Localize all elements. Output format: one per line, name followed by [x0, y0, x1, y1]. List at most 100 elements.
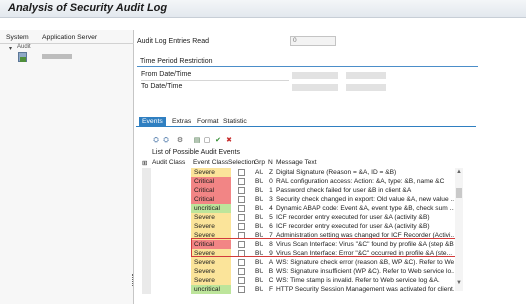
selection-checkbox[interactable]	[238, 286, 245, 293]
tree-column-system[interactable]: System	[6, 34, 29, 41]
status-icon	[20, 57, 26, 62]
tree-server-name[interactable]	[42, 54, 72, 59]
deselect-all-icon[interactable]: ▢	[203, 137, 211, 145]
to-label: To Date/Time	[141, 83, 183, 90]
event-class-cell: Severe	[191, 213, 231, 222]
binoculars-icon[interactable]: ⛭	[152, 137, 160, 145]
row-selector[interactable]	[142, 240, 151, 249]
table-row[interactable]: Severe BU C WS: Time stamp is invalid. Refe…	[142, 276, 454, 285]
row-selector[interactable]	[142, 231, 151, 240]
header-number[interactable]: N	[268, 159, 273, 167]
number-cell: F	[268, 286, 274, 293]
number-cell: B	[268, 268, 274, 275]
row-selector[interactable]	[142, 204, 151, 213]
row-selector[interactable]	[142, 276, 151, 285]
tree-column-application-server[interactable]: Application Server	[42, 34, 97, 41]
table-row[interactable]: uncritical BU 4 Dynamic ABAP code: Event &A…	[142, 204, 454, 213]
highlight-box	[191, 238, 458, 257]
delete-icon[interactable]: ✖	[225, 137, 233, 145]
selection-checkbox[interactable]	[238, 223, 245, 230]
entries-field[interactable]: 0	[290, 36, 336, 46]
from-time-field[interactable]	[346, 72, 386, 79]
window-title: Analysis of Security Audit Log	[8, 2, 168, 14]
event-class-cell: Severe	[191, 258, 231, 267]
message-text-cell: WS: Signature check error (reason &B, WP…	[276, 259, 454, 266]
to-time-field[interactable]	[346, 84, 386, 91]
event-class-cell: Severe	[191, 168, 231, 177]
row-selector[interactable]	[142, 285, 151, 294]
event-class-cell: Severe	[191, 276, 231, 285]
table-row[interactable]: Critical BU 1 Password check failed for use…	[142, 186, 454, 195]
group-cell: BU	[255, 259, 263, 266]
tab-format[interactable]: Format	[194, 117, 222, 126]
table-row[interactable]: Severe BU 5 ICF recorder entry executed for…	[142, 213, 454, 222]
selection-checkbox[interactable]	[238, 169, 245, 176]
group-cell: AU	[255, 169, 263, 176]
period-title: Time Period Restriction	[140, 58, 213, 65]
selection-checkbox[interactable]	[238, 196, 245, 203]
scroll-down-icon[interactable]: ▼	[456, 280, 462, 286]
tab-events[interactable]: Events	[139, 117, 166, 126]
event-class-cell: Critical	[191, 177, 231, 186]
settings-icon[interactable]: ⚙	[176, 137, 184, 145]
from-label: From Date/Time	[141, 71, 192, 78]
header-audit-class[interactable]: Audit Class	[152, 159, 185, 167]
selection-checkbox[interactable]	[238, 214, 245, 221]
check-icon[interactable]: ✔	[214, 137, 222, 145]
table-row[interactable]: Severe BU B WS: Signature insufficient (WP …	[142, 267, 454, 276]
header-group[interactable]: Grp	[254, 159, 265, 167]
number-cell: C	[268, 277, 274, 284]
row-selector[interactable]	[142, 222, 151, 231]
grid-scrollbar[interactable]: ▲ ▼	[455, 168, 463, 291]
event-class-cell: Critical	[191, 186, 231, 195]
table-row[interactable]: uncritical BU F HTTP Security Session Manag…	[142, 285, 454, 294]
row-selector[interactable]	[142, 249, 151, 258]
header-message-text[interactable]: Message Text	[276, 159, 317, 167]
selection-checkbox[interactable]	[238, 205, 245, 212]
row-selector[interactable]	[142, 213, 151, 222]
event-class-cell: Severe	[191, 222, 231, 231]
header-event-class[interactable]: Event Class	[193, 159, 228, 167]
message-text-cell: ICF recorder entry executed for user &A …	[276, 223, 430, 230]
from-divider	[141, 80, 289, 81]
header-selection[interactable]: Selection	[228, 159, 255, 167]
selection-checkbox[interactable]	[238, 268, 245, 275]
group-cell: BU	[255, 187, 263, 194]
list-title: List of Possible Audit Events	[152, 149, 240, 156]
message-text-cell: Security check changed in export: Old va…	[276, 196, 454, 203]
table-row[interactable]: Critical BU 0 RAL configuration access: Act…	[142, 177, 454, 186]
event-class-cell: uncritical	[191, 204, 231, 213]
tab-extras[interactable]: Extras	[169, 117, 194, 126]
from-date-field[interactable]	[292, 72, 338, 79]
row-selector[interactable]	[142, 267, 151, 276]
table-row[interactable]: Severe AU Z Digital Signature (Reason = &A,…	[142, 168, 454, 177]
select-all-icon[interactable]: ▤	[193, 137, 201, 145]
scroll-thumb[interactable]	[456, 188, 462, 198]
scroll-up-icon[interactable]: ▲	[456, 169, 462, 175]
selection-checkbox[interactable]	[238, 187, 245, 194]
row-selector[interactable]	[142, 258, 151, 267]
binoculars-next-icon[interactable]: ⛭	[162, 137, 170, 145]
selection-checkbox[interactable]	[238, 259, 245, 266]
row-selector[interactable]	[142, 168, 151, 177]
message-text-cell: Password check failed for user &B in cli…	[276, 187, 412, 194]
number-cell: 3	[269, 196, 273, 203]
row-selector[interactable]	[142, 186, 151, 195]
table-row[interactable]: Critical BU 3 Security check changed in exp…	[142, 195, 454, 204]
selection-checkbox[interactable]	[238, 277, 245, 284]
table-row[interactable]: Severe BU 6 ICF recorder entry executed for…	[142, 222, 454, 231]
tree-node-label[interactable]: Audit	[17, 44, 31, 50]
to-date-field[interactable]	[292, 84, 338, 91]
splitter-handle[interactable]	[132, 274, 134, 286]
tree-panel: System Application Server ▾ Audit	[0, 30, 134, 304]
tab-statistic[interactable]: Statistic	[220, 117, 250, 126]
number-cell: 1	[269, 187, 273, 194]
tree-expand-toggle[interactable]: ▾	[9, 46, 15, 52]
period-divider	[137, 66, 478, 67]
group-cell: BU	[255, 178, 263, 185]
row-selector[interactable]	[142, 177, 151, 186]
table-row[interactable]: Severe BU A WS: Signature check error (reas…	[142, 258, 454, 267]
row-selector[interactable]	[142, 195, 151, 204]
grid-settings-icon[interactable]: ⊞	[142, 159, 148, 167]
selection-checkbox[interactable]	[238, 178, 245, 185]
